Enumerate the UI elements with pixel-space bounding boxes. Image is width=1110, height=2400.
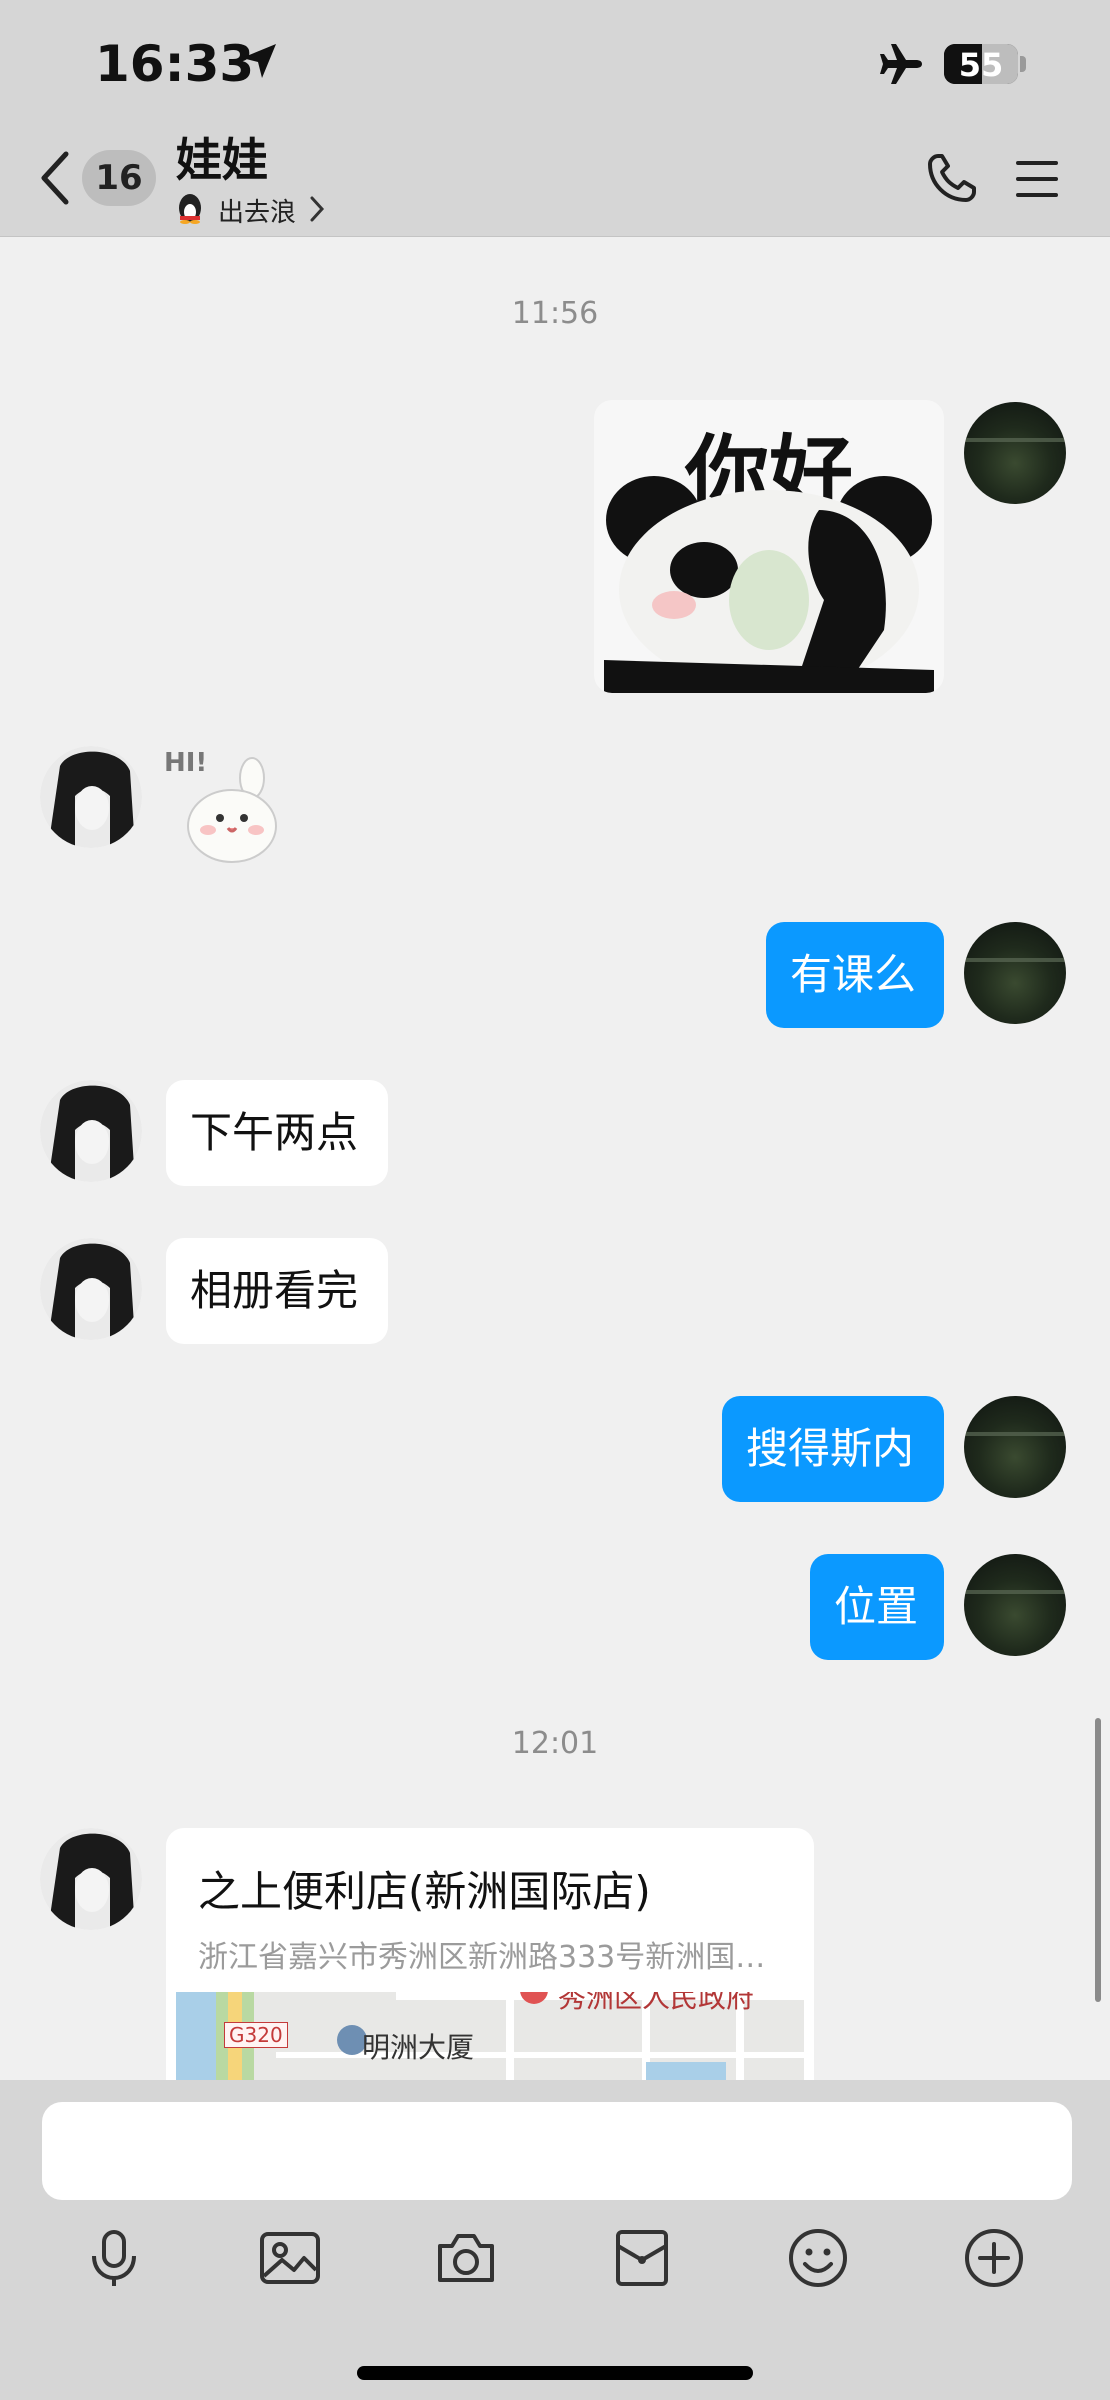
contact-avatar[interactable] [40,746,142,848]
home-indicator[interactable] [357,2366,753,2380]
image-icon[interactable] [258,2226,322,2290]
menu-icon[interactable] [1014,158,1060,200]
message-bubble-received[interactable]: 相册看完 [166,1238,388,1344]
map-road-label: G320 [224,2022,288,2048]
camera-icon[interactable] [434,2226,498,2290]
my-avatar[interactable] [964,1396,1066,1498]
bunny-icon [187,757,277,863]
message-input[interactable] [42,2102,1072,2200]
my-avatar[interactable] [964,402,1066,504]
message-timestamp: 12:01 [511,1726,599,1761]
map-building-label: 明洲大厦 [362,2031,475,2064]
message-timestamp: 11:56 [511,296,599,331]
avatar-image [40,746,142,848]
plus-icon[interactable] [962,2226,1026,2290]
contact-name[interactable]: 娃娃 [176,124,268,190]
avatar-image [40,1238,142,1340]
status-text: 出去浪 [218,198,297,228]
location-card[interactable]: 之上便利店(新洲国际店) 浙江省嘉兴市秀洲区新洲路333号新洲国… G320 明… [166,1828,814,2080]
message-bubble-sent[interactable]: 搜得斯内 [722,1396,944,1502]
message-bubble-sent[interactable]: 位置 [810,1554,944,1660]
airplane-icon [880,44,922,84]
message-bubble-sent[interactable]: 有课么 [766,922,944,1028]
battery-level: 55 [958,46,1004,84]
avatar-image [40,1828,142,1930]
penguin-icon [179,194,201,224]
battery-icon: 55 [944,44,1018,84]
chevron-right-icon [310,196,325,222]
scrollbar[interactable] [1095,1718,1101,2002]
unread-count-badge[interactable]: 16 [82,150,156,206]
emoji-icon[interactable] [786,2226,850,2290]
avatar-image [40,1080,142,1182]
contact-avatar[interactable] [40,1828,142,1930]
bunny-sticker[interactable]: HI! [164,748,304,868]
location-address: 浙江省嘉兴市秀洲区新洲路333号新洲国… [198,1940,766,1975]
location-map[interactable]: G320 明洲大厦 秀洲区人民政府 [176,1992,804,2080]
contact-avatar[interactable] [40,1238,142,1340]
location-title: 之上便利店(新洲国际店) [198,1867,651,1916]
panda-sticker[interactable]: 你好 [594,400,944,693]
message-bubble-received[interactable]: 下午两点 [166,1080,388,1186]
status-time: 16:33 [95,35,255,93]
phone-icon[interactable] [924,150,980,206]
red-packet-icon[interactable] [610,2226,674,2290]
panda-face-icon [604,476,934,693]
microphone-icon[interactable] [82,2226,146,2290]
back-chevron-icon[interactable] [38,150,72,206]
my-avatar[interactable] [964,1554,1066,1656]
contact-avatar[interactable] [40,1080,142,1182]
my-avatar[interactable] [964,922,1066,1024]
location-arrow-icon [242,44,276,78]
map-poi-label: 秀洲区人民政府 [558,1992,755,2014]
